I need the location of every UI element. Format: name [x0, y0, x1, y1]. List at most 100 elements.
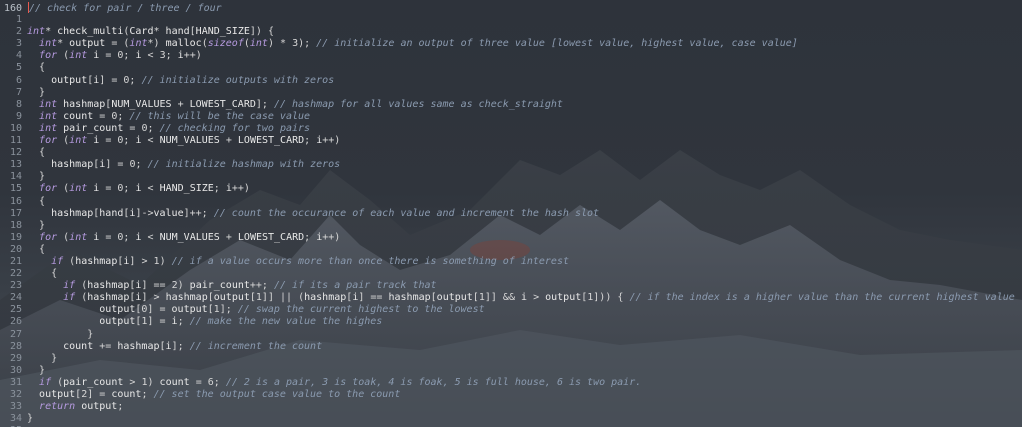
line-number: 19 [9, 231, 22, 243]
line-number: 17 [9, 207, 22, 219]
code-punctuation: && [502, 292, 515, 304]
code-line[interactable]: 6 output[i] = 0; // initialize outputs w… [0, 75, 1022, 87]
line-content: output[2] = count; // set the output cas… [27, 389, 400, 400]
code-line[interactable]: 24 if (hashmap[i] > hashmap[output[1]] |… [0, 292, 1022, 304]
code-punctuation [27, 50, 39, 61]
code-line[interactable]: 34} [0, 413, 1022, 425]
code-identifier: output [81, 401, 118, 413]
code-editor[interactable]: 160 // check for pair / three / four 1 2 int… [0, 0, 1022, 427]
code-punctuation [27, 268, 51, 279]
code-line[interactable]: 2 int* check_multi(Card* hand[HAND_SIZE])… [0, 26, 1022, 38]
code-line[interactable]: 16 { [0, 196, 1022, 208]
code-line[interactable]: 29 } [0, 353, 1022, 365]
line-content: } [27, 171, 45, 182]
code-punctuation [27, 159, 51, 170]
code-line[interactable]: 26 output[1] = i; // make the new value … [0, 316, 1022, 328]
code-line[interactable]: 27 } [0, 329, 1022, 341]
code-line[interactable]: 5 { [0, 62, 1022, 74]
line-content: output[1] = i; // make the new value the… [27, 316, 382, 327]
line-number: 6 [15, 74, 22, 86]
code-line[interactable]: 9 int count = 0; // this will be the cas… [0, 111, 1022, 123]
code-identifier: hashmap [51, 207, 94, 219]
code-comment: // make the new value the highes [189, 316, 383, 328]
line-number: 26 [9, 316, 22, 328]
code-punctuation [27, 147, 39, 158]
code-line[interactable]: 15 for (int i = 0; i < HAND_SIZE; i++) [0, 183, 1022, 195]
code-punctuation: { [51, 268, 58, 280]
code-punctuation: { [267, 26, 274, 38]
code-punctuation: } [39, 86, 46, 98]
code-punctuation [27, 232, 39, 243]
line-content: // check for pair / three / four [27, 2, 222, 14]
line-number: 8 [15, 98, 22, 110]
code-line[interactable]: 17 hashmap[hand[i]->value]++; // count t… [0, 208, 1022, 220]
code-line[interactable]: 4 for (int i = 0; i < 3; i++) [0, 50, 1022, 62]
code-punctuation: 0; [123, 74, 136, 86]
line-number: 30 [9, 364, 22, 376]
code-line[interactable]: 32 output[2] = count; // set the output … [0, 389, 1022, 401]
code-line[interactable]: 19 for (int i = 0; i < NUM_VALUES + LOWE… [0, 232, 1022, 244]
code-identifier: output [99, 304, 136, 316]
code-line[interactable]: 8 int hashmap[NUM_VALUES + LOWEST_CARD];… [0, 99, 1022, 111]
line-number: 5 [15, 62, 22, 74]
code-line[interactable]: 11 for (int i = 0; i < NUM_VALUES + LOWE… [0, 135, 1022, 147]
code-punctuation: 6; [207, 376, 220, 388]
code-keyword: for [39, 231, 58, 243]
code-identifier: NUM_VALUES [111, 98, 172, 110]
code-punctuation [27, 353, 51, 364]
code-line[interactable]: 14 } [0, 171, 1022, 183]
code-punctuation: ]; [255, 98, 268, 110]
code-identifier: pair_count [189, 280, 250, 292]
code-line[interactable]: 31 if (pair_count > 1) count = 6; // 2 i… [0, 377, 1022, 389]
code-line[interactable]: 10 int pair_count = 0; // checking for t… [0, 123, 1022, 135]
code-punctuation: { [39, 62, 46, 74]
code-line[interactable]: 28 count += hashmap[i]; // increment the… [0, 341, 1022, 353]
line-content: for (int i = 0; i < NUM_VALUES + LOWEST_… [27, 232, 340, 243]
code-identifier: count [159, 376, 190, 388]
code-keyword: int [39, 122, 58, 134]
line-number: 29 [9, 352, 22, 364]
code-identifier: output [171, 304, 208, 316]
code-identifier: hashmap [304, 292, 347, 304]
code-line[interactable]: 7 } [0, 87, 1022, 99]
code-line[interactable]: 22 { [0, 268, 1022, 280]
code-punctuation [27, 401, 39, 412]
code-identifier: value [153, 207, 184, 219]
code-keyword: for [39, 50, 58, 62]
code-line[interactable]: 12 { [0, 147, 1022, 159]
code-keyword: int [39, 110, 58, 122]
code-line[interactable]: 33 return output; [0, 401, 1022, 413]
code-punctuation: ]) [249, 26, 262, 38]
code-line[interactable]: 18 } [0, 220, 1022, 232]
code-punctuation [27, 87, 39, 98]
code-line[interactable]: 13 hashmap[i] = 0; // initialize hashmap… [0, 159, 1022, 171]
line-content: { [27, 268, 57, 279]
code-punctuation: || [280, 292, 293, 304]
code-identifier: pair_count [63, 376, 124, 388]
code-line[interactable]: 20 { [0, 244, 1022, 256]
code-comment: // if its a pair track that [273, 280, 437, 292]
code-punctuation: 0; [117, 50, 130, 62]
code-line[interactable]: 3 int* output = (int*) malloc(sizeof(int… [0, 38, 1022, 50]
line-number: 1 [15, 14, 22, 26]
code-line[interactable]: 30 } [0, 365, 1022, 377]
code-keyword: int [39, 38, 58, 50]
code-line[interactable]: 1 [0, 14, 1022, 26]
code-keyword: int [249, 38, 268, 50]
code-identifier: hashmap [87, 280, 130, 292]
code-punctuation: ]-> [135, 207, 154, 219]
code-punctuation: ++) [231, 183, 250, 195]
code-area[interactable]: 160 // check for pair / three / four 1 2 int… [0, 2, 1022, 427]
code-line[interactable]: 160 // check for pair / three / four [0, 2, 1022, 14]
code-line[interactable]: 23 if (hashmap[i] == 2) pair_count++; //… [0, 280, 1022, 292]
line-content: hashmap[hand[i]->value]++; // count the … [27, 208, 599, 219]
line-content: hashmap[i] = 0; // initialize hashmap wi… [27, 159, 340, 170]
code-line[interactable]: 25 output[0] = output[1]; // swap the cu… [0, 304, 1022, 316]
line-content: for (int i = 0; i < 3; i++) [27, 50, 202, 61]
line-content: { [27, 147, 45, 158]
code-punctuation [27, 244, 39, 255]
code-line[interactable]: 21 if (hashmap[i] > 1) // if a value occ… [0, 256, 1022, 268]
code-punctuation: [1]; [207, 304, 232, 316]
code-identifier: output [69, 38, 106, 50]
code-punctuation [27, 256, 51, 267]
